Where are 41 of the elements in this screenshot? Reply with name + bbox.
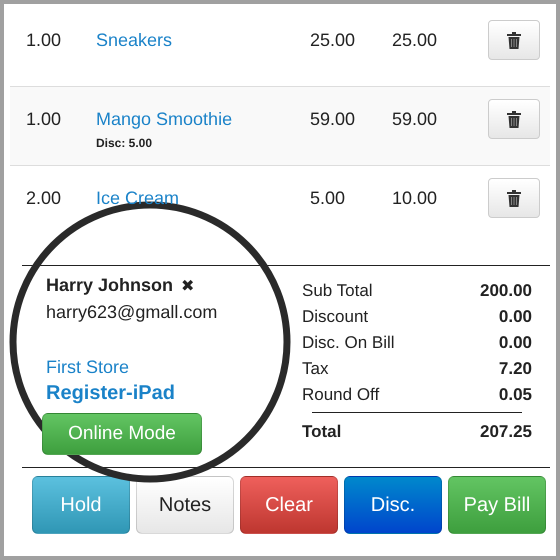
action-button[interactable]: Pay Bill (448, 476, 546, 534)
price-cell-text: 59.00 (310, 109, 356, 130)
total-value: 0.05 (498, 384, 532, 406)
register-link[interactable]: Register-iPad (46, 382, 302, 405)
trash-icon (507, 110, 521, 128)
mode-button[interactable]: Online Mode (42, 413, 202, 455)
remove-customer-icon[interactable]: ✖ (181, 276, 194, 296)
price-cell-text: 25.00 (310, 30, 356, 51)
quantity-cell-text: 2.00 (26, 188, 62, 209)
trash-icon (507, 190, 521, 206)
total-cell-text: 25.00 (392, 30, 438, 51)
delete-button[interactable] (488, 99, 540, 139)
action-button[interactable]: Hold (32, 476, 130, 534)
total-value: 0.00 (498, 332, 532, 354)
total-cell-text: 59.00 (392, 109, 438, 130)
total-value: 7.20 (498, 358, 532, 380)
item-discount: Disc: 5.00 (96, 136, 154, 150)
action-button[interactable]: Disc. (344, 476, 442, 534)
quantity-cell-text: 1.00 (26, 30, 62, 51)
delete-button[interactable] (488, 178, 540, 218)
total-label: Disc. On Bill (302, 332, 395, 354)
store-link[interactable]: First Store (46, 357, 302, 378)
quantity-cell-text: 1.00 (26, 109, 62, 130)
delete-button[interactable] (488, 20, 540, 60)
price-cell-text: 5.00 (310, 188, 346, 209)
total-value: 200.00 (480, 280, 532, 302)
grand-total-value: 207.25 (480, 421, 532, 443)
item-link[interactable]: Sneakers (96, 30, 310, 51)
action-button[interactable]: Notes (136, 476, 234, 534)
grand-total-label: Total (302, 421, 342, 443)
total-label: Round Off (302, 384, 380, 406)
item-link[interactable]: Mango Smoothie (96, 109, 310, 130)
total-label: Tax (302, 358, 328, 380)
total-label: Sub Total (302, 280, 373, 302)
total-cell-text: 10.00 (392, 188, 438, 209)
customer-email: harry623@gmall.com (46, 302, 218, 323)
total-label: Discount (302, 306, 368, 328)
trash-icon (507, 32, 521, 48)
action-button[interactable]: Clear (240, 476, 338, 534)
customer-name: Harry Johnson (46, 275, 174, 296)
total-value: 0.00 (498, 306, 532, 328)
